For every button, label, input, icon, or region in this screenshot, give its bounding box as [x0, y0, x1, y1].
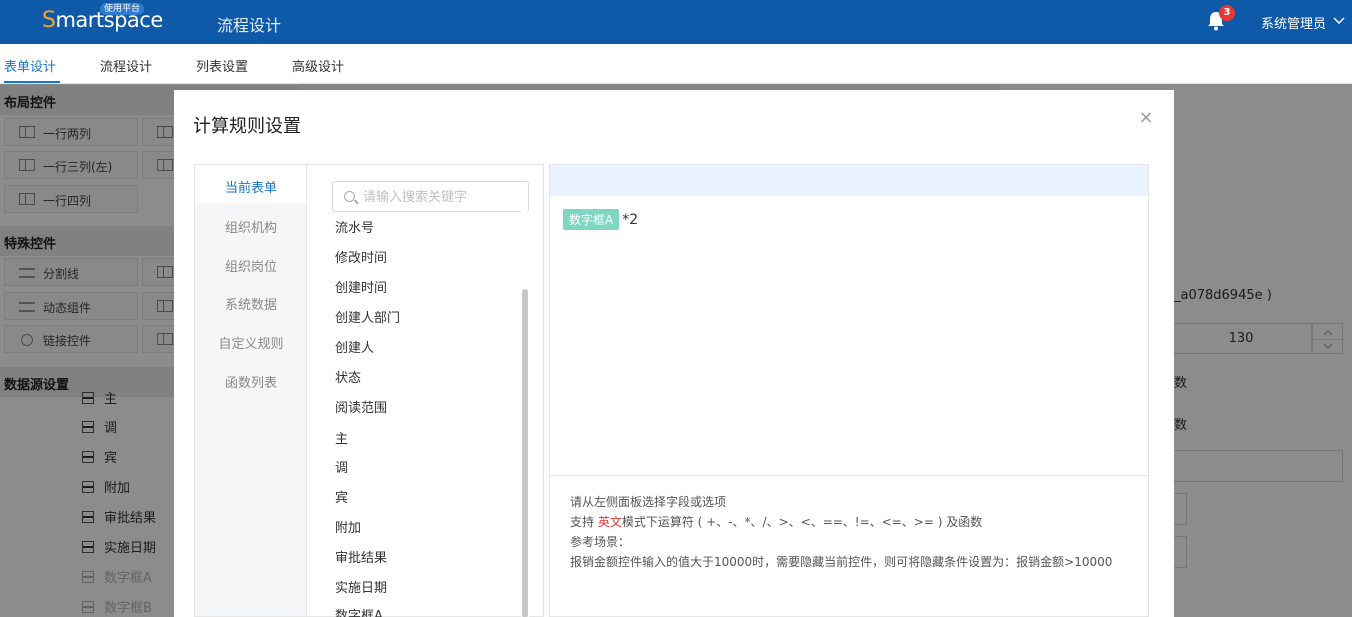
divider	[550, 475, 1148, 476]
formula-editor[interactable]: 数字框A *2 请从左侧面板选择字段或选项 支持 英文模式下运算符 ( +、-、*…	[549, 164, 1149, 617]
hint-line: 请从左侧面板选择字段或选项	[570, 495, 727, 509]
logo-badge: 使用平台	[100, 3, 145, 15]
chevron-down-icon[interactable]	[1333, 15, 1345, 27]
dialog-title: 计算规则设置	[193, 116, 301, 137]
search-input[interactable]	[363, 187, 523, 207]
field-item[interactable]: 数字框A	[335, 605, 383, 617]
field-item[interactable]: 创建人	[335, 337, 374, 356]
field-item[interactable]: 调	[335, 457, 348, 476]
scrollbar-thumb[interactable]	[522, 289, 528, 617]
field-item[interactable]: 审批结果	[335, 547, 387, 566]
designer-tabs: 表单设计 流程设计 列表设置 高级设计	[0, 44, 1352, 84]
field-item[interactable]: 流水号	[335, 217, 374, 236]
field-item[interactable]: 主	[335, 428, 348, 447]
field-item[interactable]: 阅读范围	[335, 397, 387, 416]
hint-line: 支持 英文模式下运算符 ( +、-、*、/、>、<、==、!=、<=、>= ) …	[570, 515, 983, 529]
field-chip[interactable]: 数字框A	[563, 209, 620, 230]
source-nav: 当前表单 组织机构 组织岗位 系统数据 自定义规则 函数列表	[194, 164, 307, 617]
page-title: 流程设计	[217, 16, 282, 35]
tab-list-settings[interactable]: 列表设置	[196, 56, 248, 75]
user-menu[interactable]: 系统管理员	[1261, 13, 1326, 32]
search-icon	[344, 191, 355, 202]
field-item[interactable]: 宾	[335, 487, 348, 506]
field-item[interactable]: 附加	[335, 517, 361, 536]
formula-expression[interactable]: 数字框A *2	[563, 209, 638, 230]
active-tab-indicator	[4, 81, 60, 83]
hint-line: 报销金额控件输入的值大于10000时，需要隐藏当前控件，则可将隐藏条件设置为：报…	[570, 555, 1113, 569]
formula-text: *2	[622, 212, 639, 228]
top-bar: Smartspace 使用平台 流程设计 3 系统管理员	[0, 0, 1352, 44]
field-item[interactable]: 创建人部门	[335, 307, 400, 326]
close-icon[interactable]: ×	[1138, 109, 1154, 127]
nav-system-data[interactable]: 系统数据	[195, 294, 307, 313]
field-item[interactable]: 状态	[335, 367, 361, 386]
calc-rule-dialog: 计算规则设置 × 当前表单 组织机构 组织岗位 系统数据 自定义规则 函数列表 …	[174, 90, 1174, 617]
field-item[interactable]: 修改时间	[335, 247, 387, 266]
nav-functions[interactable]: 函数列表	[195, 372, 307, 391]
hint-line: 参考场景：	[570, 535, 631, 549]
field-item[interactable]: 实施日期	[335, 577, 387, 596]
field-list-panel: 流水号 修改时间 创建时间 创建人部门 创建人 状态 阅读范围 主 调 宾 附加…	[306, 164, 544, 617]
editor-toolbar	[550, 165, 1148, 196]
notification-badge: 3	[1219, 5, 1235, 21]
tab-advanced-design[interactable]: 高级设计	[292, 56, 344, 75]
tab-flow-design[interactable]: 流程设计	[100, 56, 152, 75]
nav-current-form[interactable]: 当前表单	[195, 165, 307, 203]
nav-organization[interactable]: 组织机构	[195, 217, 307, 236]
nav-positions[interactable]: 组织岗位	[195, 256, 307, 275]
nav-custom-rules[interactable]: 自定义规则	[195, 333, 307, 352]
search-box	[332, 181, 529, 212]
field-item[interactable]: 创建时间	[335, 277, 387, 296]
tab-form-design[interactable]: 表单设计	[4, 56, 56, 75]
